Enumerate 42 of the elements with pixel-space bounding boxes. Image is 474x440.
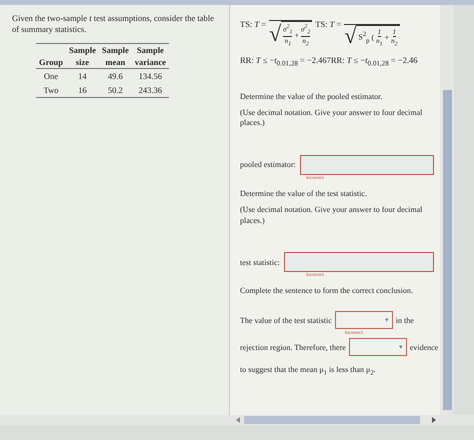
column-header: Sample [132,44,169,56]
plus-sign: + [294,30,299,40]
question-text: Complete the sentence to form the correct conclusion. [240,286,414,296]
table-cell: One [36,68,66,84]
radical-sign: √ [269,22,282,45]
formula-label: TS: T = [240,19,266,29]
answer-field[interactable] [300,154,434,175]
sentence-text: to suggest that the mean μ$_{1}$ is less than μ$_{2}$. [240,365,376,377]
column-header: Sample [66,44,99,56]
parenthesis: ( [372,32,374,42]
table-cell: 50.2 [98,83,132,98]
answer-field[interactable] [284,252,434,272]
column-header: mean [98,56,132,69]
question-text: Determine the value of the pooled estimator. [240,92,384,102]
field-label: pooled estimator: [240,160,296,170]
table-cell: Two [36,83,66,98]
left-arrow-icon[interactable] [236,417,240,423]
plus-sign: + [384,32,390,42]
sentence-text: rejection region. Therefore, there [240,342,346,352]
table-cell: 49.6 [98,68,132,84]
sentence-text: The value of the test statistic [240,316,332,325]
scrollbar-thumb[interactable] [442,90,452,410]
field-label: test statistic: [240,258,280,267]
sentence-text: in the [396,316,414,325]
table-cell: 243.36 [132,83,169,98]
radical-sign: √ [344,24,356,47]
table-cell: 16 [66,83,99,98]
column-header: variance [132,56,169,69]
sentence-text: evidence [410,342,438,352]
column-header: Group [36,56,66,69]
formula-label: TS: T = [315,19,342,29]
rejection-region-text: RR: T ≤ −t$_{0.01,28}$ = −2.467RR: T ≤ −t$_{0.01,28}$ = −2.46 [240,55,418,68]
instruction-text: (Use decimal notation. Give your answer to four decimal places.) [240,205,424,226]
intro-text: Given the two-sample t test assumptions, consider the table of summary statistics. [12,13,215,36]
column-header: size [66,56,99,69]
table-cell: 14 [66,68,99,84]
instruction-text: (Use decimal notation. Give your answer to four decimal places.) [240,108,424,129]
right-arrow-icon[interactable] [432,417,436,423]
question-text: Determine the value of the test statistic. [240,188,368,200]
scrollbar-thumb[interactable] [244,416,420,424]
column-header: Sample [98,44,132,56]
table-cell: 134.56 [132,68,169,84]
